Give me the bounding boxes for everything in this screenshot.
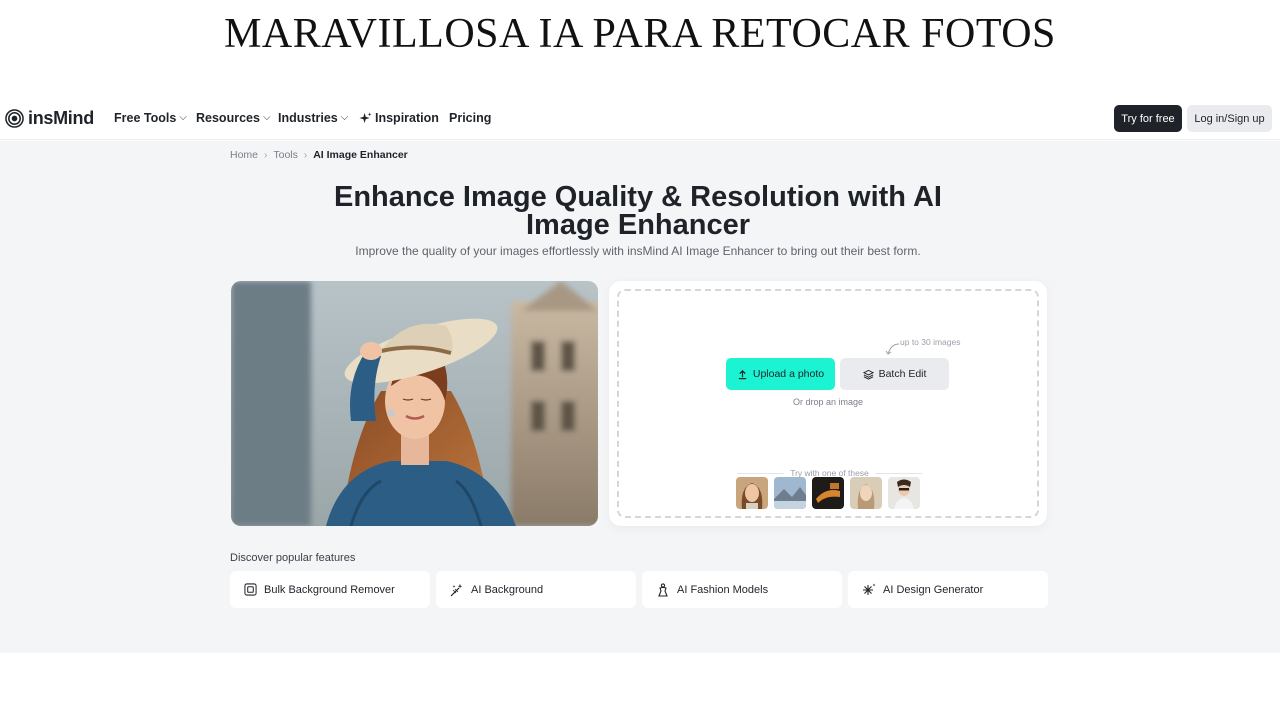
breadcrumb-home[interactable]: Home xyxy=(230,149,258,161)
sample-image-landscape[interactable] xyxy=(774,477,806,509)
logo-text: insMind xyxy=(28,108,94,128)
nav-free-tools-label: Free Tools xyxy=(114,111,177,125)
feature-label: AI Design Generator xyxy=(883,583,984,596)
feature-label: AI Background xyxy=(471,583,544,596)
chevron-down-icon: ⌵ xyxy=(179,111,187,123)
top-navbar: insMind Free Tools ⌵ Resources ⌵ Industr… xyxy=(0,97,1280,140)
bulk-remove-icon xyxy=(244,583,257,596)
nav-industries[interactable]: Industries ⌵ xyxy=(278,111,348,125)
upload-card: up to 30 images Upload a photo Batch Edi… xyxy=(609,281,1047,526)
logo-icon xyxy=(5,109,24,128)
feature-ai-background[interactable]: AI Background xyxy=(436,571,636,608)
feature-bulk-background-remover[interactable]: Bulk Background Remover xyxy=(230,571,430,608)
nav-pricing[interactable]: Pricing xyxy=(449,111,491,125)
nav-resources[interactable]: Resources ⌵ xyxy=(196,111,271,125)
nav-free-tools[interactable]: Free Tools ⌵ xyxy=(114,111,187,125)
fashion-model-icon xyxy=(658,582,668,597)
banner: MARAVILLOSA IA PARA RETOCAR FOTOS xyxy=(0,0,1280,100)
nav-pricing-label: Pricing xyxy=(449,111,492,125)
page-subtitle: Improve the quality of your images effor… xyxy=(355,244,921,258)
hero-example-image xyxy=(231,281,598,526)
chevron-right-icon: › xyxy=(264,149,268,161)
batch-limit-hint: up to 30 images xyxy=(900,337,961,347)
breadcrumb: Home › Tools › AI Image Enhancer xyxy=(230,149,408,161)
upload-icon xyxy=(738,369,747,379)
sample-image-woman-soft[interactable] xyxy=(850,477,882,509)
feature-ai-fashion-models[interactable]: AI Fashion Models xyxy=(642,571,842,608)
magic-wand-icon xyxy=(450,583,463,596)
try-for-free-button[interactable]: Try for free xyxy=(1114,105,1182,132)
batch-edit-label: Batch Edit xyxy=(878,368,927,380)
upload-photo-label: Upload a photo xyxy=(752,368,825,380)
chevron-down-icon: ⌵ xyxy=(340,111,349,123)
feature-ai-design-generator[interactable]: AI Design Generator xyxy=(848,571,1048,608)
upload-photo-button[interactable]: Upload a photo xyxy=(726,358,835,390)
nav-industries-label: Industries xyxy=(278,111,338,125)
page-title: Enhance Image Quality & Resolution with … xyxy=(333,181,942,241)
image-dropzone[interactable]: up to 30 images Upload a photo Batch Edi… xyxy=(617,289,1039,518)
feature-label: AI Fashion Models xyxy=(677,583,769,596)
sparkle-icon xyxy=(863,583,876,595)
feature-list: Bulk Background Remover AI Background AI… xyxy=(230,571,1048,608)
layers-icon xyxy=(862,369,874,380)
main-content: Home › Tools › AI Image Enhancer Enhance… xyxy=(0,141,1280,653)
breadcrumb-tools[interactable]: Tools xyxy=(273,149,298,161)
feature-label: Bulk Background Remover xyxy=(264,583,395,596)
nav-inspiration-label: Inspiration xyxy=(375,111,439,125)
login-signup-button[interactable]: Log in/Sign up xyxy=(1187,105,1272,132)
sample-image-fashion[interactable] xyxy=(888,477,920,509)
chevron-right-icon: › xyxy=(303,149,308,161)
sparkle-icon xyxy=(359,111,372,123)
drop-image-text: Or drop an image xyxy=(792,397,864,407)
batch-edit-button[interactable]: Batch Edit xyxy=(840,358,949,390)
curved-arrow-icon xyxy=(885,343,900,355)
sample-images xyxy=(736,477,920,509)
sample-image-portrait[interactable] xyxy=(736,477,768,509)
banner-title: MARAVILLOSA IA PARA RETOCAR FOTOS xyxy=(224,11,1056,57)
nav-resources-label: Resources xyxy=(196,111,260,125)
sample-image-product[interactable] xyxy=(812,477,844,509)
discover-heading: Discover popular features xyxy=(230,552,356,564)
breadcrumb-current: AI Image Enhancer xyxy=(313,149,408,161)
nav-inspiration[interactable]: Inspiration xyxy=(359,111,439,125)
logo[interactable]: insMind xyxy=(5,108,94,129)
chevron-down-icon: ⌵ xyxy=(262,111,271,123)
